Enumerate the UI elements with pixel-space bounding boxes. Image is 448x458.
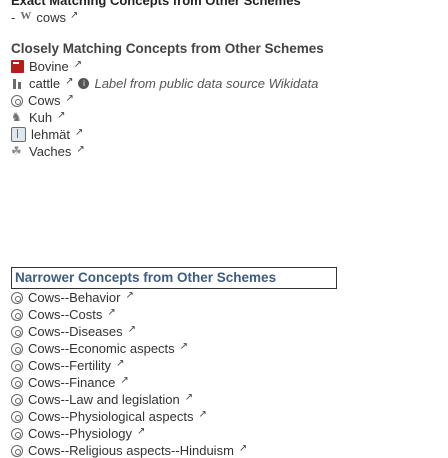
narrower-item[interactable]: Cows--Diseases ↗ xyxy=(11,324,136,339)
external-link-icon[interactable]: ↗ xyxy=(239,443,247,454)
info-icon xyxy=(78,78,90,89)
closely-matching-label[interactable]: Kuh xyxy=(29,110,52,125)
exact-matching-heading: Exact Matching Concepts from Other Schem… xyxy=(11,0,301,8)
concept-icon xyxy=(11,393,23,406)
wikidata-note: Label from public data source Wikidata xyxy=(94,76,319,91)
external-link-icon[interactable]: ↗ xyxy=(198,409,206,420)
concept-page: Exact Matching Concepts from Other Schem… xyxy=(0,0,448,458)
external-link-icon[interactable]: ↗ xyxy=(76,144,84,155)
narrower-label[interactable]: Cows--Physiological aspects xyxy=(28,409,193,424)
concept-icon xyxy=(11,427,23,440)
closely-matching-label[interactable]: Bovine xyxy=(29,59,69,74)
narrower-label[interactable]: Cows--Law and legislation xyxy=(28,392,180,407)
external-link-icon[interactable]: ↗ xyxy=(120,375,128,386)
concept-icon xyxy=(11,359,23,372)
narrower-item[interactable]: Cows--Fertility ↗ xyxy=(11,358,124,373)
narrower-item[interactable]: Cows--Law and legislation ↗ xyxy=(11,392,193,407)
narrower-label[interactable]: Cows--Finance xyxy=(28,375,115,390)
external-link-icon[interactable]: ↗ xyxy=(180,341,188,352)
narrower-item[interactable]: Cows--Religious aspects--Hinduism ↗ xyxy=(11,443,247,458)
external-link-icon[interactable]: ↗ xyxy=(125,290,133,301)
chart-icon xyxy=(11,77,24,90)
external-link-icon[interactable]: ↗ xyxy=(57,110,65,121)
narrower-item[interactable]: Cows--Behavior ↗ xyxy=(11,290,134,305)
narrower-concepts-heading: Narrower Concepts from Other Schemes xyxy=(11,267,337,289)
narrower-label[interactable]: Cows--Fertility xyxy=(28,358,111,373)
closely-matching-label[interactable]: lehmät xyxy=(31,127,70,142)
closely-matching-item-cattle[interactable]: cattle ↗ Label from public data source W… xyxy=(11,76,318,91)
external-link-icon[interactable]: ↗ xyxy=(116,358,124,369)
cow-icon xyxy=(11,110,24,124)
external-link-icon[interactable]: ↗ xyxy=(107,307,115,318)
wiki-icon xyxy=(19,10,32,24)
closely-matching-item-cows[interactable]: Cows ↗ xyxy=(11,93,74,108)
concept-icon xyxy=(11,342,23,355)
external-link-icon[interactable]: ↗ xyxy=(74,59,82,70)
concept-icon xyxy=(11,325,23,338)
external-link-icon[interactable]: ↗ xyxy=(137,426,145,437)
closely-matching-item-bovine[interactable]: Bovine ↗ xyxy=(11,59,82,74)
concept-icon xyxy=(11,291,23,304)
external-link-icon[interactable]: ↗ xyxy=(70,10,78,21)
concept-icon xyxy=(11,444,23,457)
leaf-icon xyxy=(11,144,24,158)
book-icon xyxy=(11,127,26,142)
closely-matching-heading: Closely Matching Concepts from Other Sch… xyxy=(11,41,324,56)
narrower-item[interactable]: Cows--Economic aspects ↗ xyxy=(11,341,188,356)
concept-icon xyxy=(11,94,23,107)
closely-matching-item-vaches[interactable]: Vaches ↗ xyxy=(11,144,85,159)
flag-icon xyxy=(11,60,24,73)
narrower-item[interactable]: Cows--Physiological aspects ↗ xyxy=(11,409,207,424)
closely-matching-label[interactable]: Vaches xyxy=(29,144,71,159)
narrower-label[interactable]: Cows--Diseases xyxy=(28,324,123,339)
exact-match-label[interactable]: cows xyxy=(36,10,66,25)
concept-icon xyxy=(11,410,23,423)
narrower-label[interactable]: Cows--Economic aspects xyxy=(28,341,175,356)
external-link-icon[interactable]: ↗ xyxy=(75,127,83,138)
narrower-label[interactable]: Cows--Physiology xyxy=(28,426,132,441)
narrower-item[interactable]: Cows--Costs ↗ xyxy=(11,307,116,322)
concept-icon xyxy=(11,376,23,389)
narrower-label[interactable]: Cows--Behavior xyxy=(28,290,120,305)
dash: - xyxy=(11,10,16,25)
narrower-item[interactable]: Cows--Finance ↗ xyxy=(11,375,129,390)
external-link-icon[interactable]: ↗ xyxy=(128,324,136,335)
external-link-icon[interactable]: ↗ xyxy=(65,76,73,87)
exact-match-link-row[interactable]: - cows ↗ xyxy=(11,10,78,25)
closely-matching-label[interactable]: Cows xyxy=(28,93,61,108)
narrower-label[interactable]: Cows--Costs xyxy=(28,307,102,322)
concept-icon xyxy=(11,308,23,321)
external-link-icon[interactable]: ↗ xyxy=(66,93,74,104)
closely-matching-item-kuh[interactable]: Kuh ↗ xyxy=(11,110,66,125)
external-link-icon[interactable]: ↗ xyxy=(185,392,193,403)
narrower-label[interactable]: Cows--Religious aspects--Hinduism xyxy=(28,443,234,458)
narrower-item[interactable]: Cows--Physiology ↗ xyxy=(11,426,145,441)
closely-matching-item-lehmat[interactable]: lehmät ↗ xyxy=(11,127,83,142)
closely-matching-label[interactable]: cattle xyxy=(29,76,60,91)
